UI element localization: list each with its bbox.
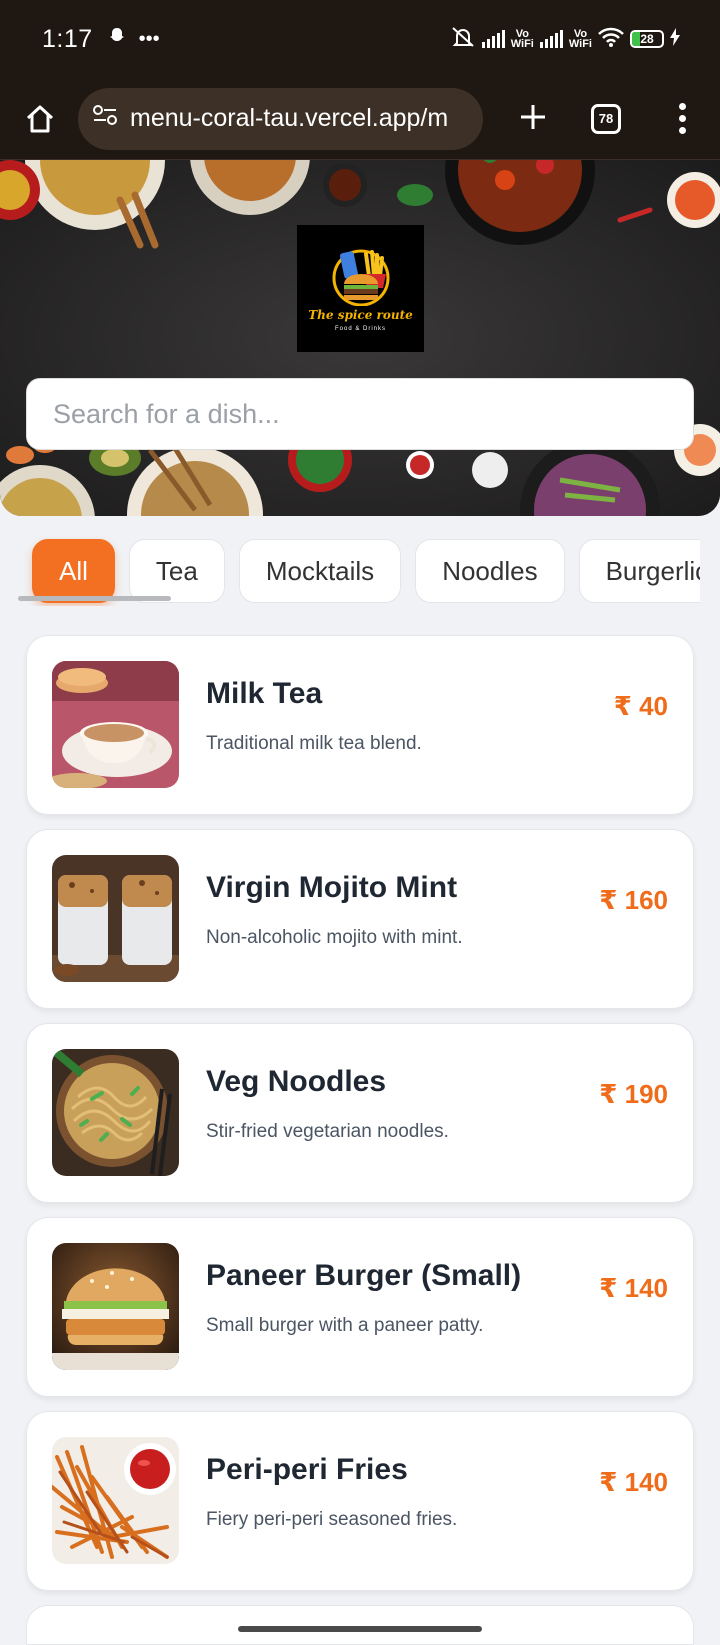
menu-list: Milk Tea Traditional milk tea blend. ₹ 4…	[26, 635, 694, 1605]
address-bar[interactable]: menu-coral-tau.vercel.app/m	[78, 87, 483, 150]
item-price: ₹ 160	[599, 885, 668, 915]
category-chip-noodles[interactable]: Noodles	[415, 539, 565, 603]
plus-icon	[521, 104, 545, 129]
menu-item-card[interactable]: Paneer Burger (Small) Small burger with …	[26, 1217, 694, 1397]
more-menu-icon[interactable]	[679, 103, 686, 134]
wifi-icon	[598, 27, 624, 52]
item-description: Small burger with a paneer patty.	[206, 1315, 484, 1336]
status-bar: 1:17 ••• Vo WiFi Vo WiFi 28	[0, 0, 720, 78]
site-settings-icon[interactable]	[92, 104, 118, 133]
search-input[interactable]	[53, 398, 667, 430]
battery-level: 28	[640, 32, 654, 46]
menu-item-card[interactable]: Milk Tea Traditional milk tea blend. ₹ 4…	[26, 635, 694, 815]
snapchat-icon	[107, 26, 127, 52]
menu-item-card-partial[interactable]	[26, 1605, 694, 1645]
peri-peri-fries-image	[52, 1437, 179, 1564]
gesture-home-indicator[interactable]	[238, 1626, 482, 1632]
item-price: ₹ 190	[599, 1079, 668, 1109]
menu-item-card[interactable]: Virgin Mojito Mint Non-alcoholic mojito …	[26, 829, 694, 1009]
restaurant-logo: The spice route Food & Drinks	[297, 225, 424, 352]
vowifi-icon: Vo WiFi	[510, 28, 534, 50]
veg-noodles-image	[52, 1049, 179, 1176]
logo-subtitle: Food & Drinks	[334, 325, 386, 332]
signal-icon	[481, 30, 505, 48]
new-tab-button[interactable]	[511, 99, 555, 139]
hero-banner: The spice route Food & Drinks	[0, 160, 720, 516]
milk-tea-image	[52, 661, 179, 788]
item-price: ₹ 140	[599, 1467, 668, 1497]
item-description: Fiery peri-peri seasoned fries.	[206, 1509, 458, 1530]
menu-item-card[interactable]: Veg Noodles Stir-fried vegetarian noodle…	[26, 1023, 694, 1203]
home-icon	[26, 105, 54, 132]
silent-mode-icon	[450, 25, 476, 54]
item-price: ₹ 40	[613, 691, 668, 721]
item-name: Milk Tea	[206, 677, 323, 710]
category-chip-burgerlicious[interactable]: Burgerlicious	[578, 539, 700, 603]
url-text: menu-coral-tau.vercel.app/m	[130, 104, 449, 132]
item-description: Traditional milk tea blend.	[206, 733, 422, 754]
category-chip-all[interactable]: All	[32, 539, 115, 603]
more-dots-icon: •••	[138, 27, 160, 50]
browser-toolbar: menu-coral-tau.vercel.app/m 78	[0, 78, 720, 160]
item-description: Non-alcoholic mojito with mint.	[206, 927, 463, 948]
burger-fries-logo-icon	[332, 249, 389, 306]
tab-switcher-button[interactable]: 78	[591, 103, 621, 134]
menu-item-card[interactable]: Peri-peri Fries Fiery peri-peri seasoned…	[26, 1411, 694, 1591]
item-description: Stir-fried vegetarian noodles.	[206, 1121, 449, 1142]
home-button[interactable]	[20, 99, 60, 139]
charging-icon	[670, 27, 680, 51]
status-time: 1:17	[42, 24, 93, 53]
search-box[interactable]	[26, 378, 694, 450]
category-chip-mocktails[interactable]: Mocktails	[238, 539, 402, 603]
logo-title: The spice route	[308, 307, 413, 322]
vowifi-icon: Vo WiFi	[568, 28, 592, 50]
signal-icon	[539, 30, 563, 48]
category-scrollbar[interactable]	[18, 596, 171, 601]
paneer-burger-image	[52, 1243, 179, 1370]
virgin-mojito-image	[52, 855, 179, 982]
battery-icon: 28	[630, 30, 664, 48]
item-price: ₹ 140	[599, 1273, 668, 1303]
category-chip-tea[interactable]: Tea	[128, 539, 225, 603]
